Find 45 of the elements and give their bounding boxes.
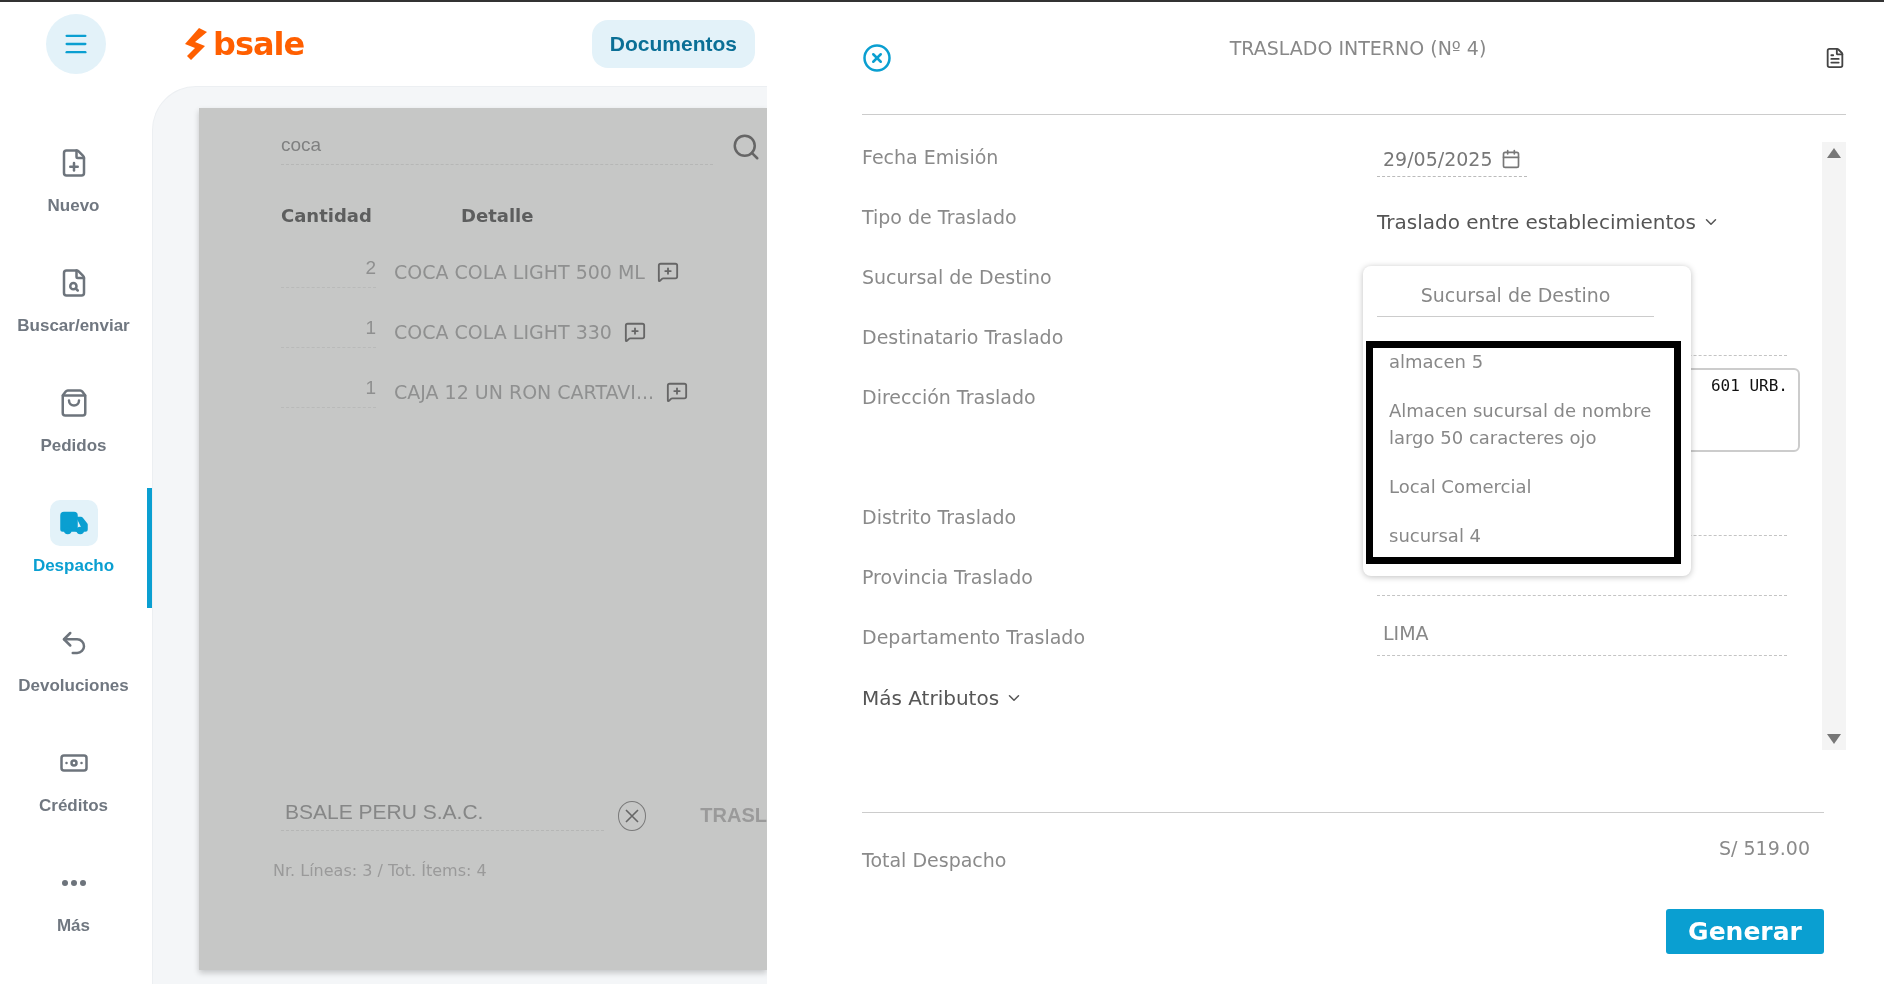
sidebar-item[interactable]: Devoluciones	[0, 608, 152, 728]
notes-icon[interactable]	[1824, 47, 1846, 69]
date-field[interactable]: 29/05/2025	[1377, 142, 1527, 177]
total-label: Total Despacho	[862, 849, 1007, 871]
transfer-type-select[interactable]: Traslado entre establecimientos	[1377, 202, 1720, 236]
add-note-icon[interactable]	[656, 261, 679, 283]
dropdown-option[interactable]: Local Comercial	[1389, 473, 1660, 500]
logo: bsale	[213, 25, 305, 63]
field-label: Provincia Traslado	[862, 565, 1034, 590]
sidebar-item[interactable]: Nuevo	[0, 128, 152, 248]
close-icon	[624, 807, 641, 824]
more-attributes-button[interactable]: Más Atributos	[862, 682, 1024, 714]
panel-title: TRASLADO INTERNO (Nº 4)	[1229, 37, 1487, 59]
field-label: Dirección Traslado	[862, 385, 1037, 410]
sidebar-item[interactable]: Más	[0, 848, 152, 968]
field-label: Distrito Traslado	[862, 505, 1018, 530]
field-label: Sucursal de Destino	[862, 265, 1053, 290]
generate-button[interactable]: Generar	[1666, 909, 1824, 954]
field-label: Destinatario Traslado	[862, 325, 1065, 350]
sidebar-item[interactable]: Buscar/enviar	[0, 248, 152, 368]
calendar-icon	[1500, 149, 1521, 169]
add-note-icon[interactable]	[666, 381, 689, 403]
total-value: S/ 519.00	[1719, 837, 1810, 861]
documents-button[interactable]: Documentos	[591, 20, 755, 68]
sidebar-item[interactable]: Pedidos	[0, 368, 152, 488]
scroll-up-icon[interactable]	[1827, 148, 1841, 158]
search-field[interactable]: coca	[281, 128, 713, 165]
dropdown-option[interactable]: almacen 5	[1389, 348, 1660, 375]
menu-button[interactable]	[46, 14, 106, 74]
more-icon	[61, 880, 86, 886]
dropdown-option[interactable]: Almacen sucursal de nombre largo 50 caracteres ojo	[1389, 397, 1660, 451]
close-icon[interactable]	[862, 43, 892, 73]
scrollbar[interactable]	[1822, 142, 1846, 750]
sidebar-item[interactable]: Créditos	[0, 728, 152, 848]
add-note-icon[interactable]	[623, 321, 646, 343]
field-label: Departamento Traslado	[862, 625, 1087, 650]
field-label: Tipo de Traslado	[862, 205, 1018, 230]
column-header: Detalle	[461, 205, 534, 226]
input-field[interactable]: LIMA	[1377, 622, 1787, 656]
dropdown-title: Sucursal de Destino	[1377, 284, 1654, 317]
column-header: Cantidad	[281, 205, 373, 226]
scroll-down-icon[interactable]	[1827, 734, 1841, 744]
field-label: Fecha Emisión	[862, 145, 1000, 170]
bolt-logo-icon	[185, 28, 209, 60]
dropdown-option[interactable]: sucursal 4	[1389, 522, 1660, 549]
